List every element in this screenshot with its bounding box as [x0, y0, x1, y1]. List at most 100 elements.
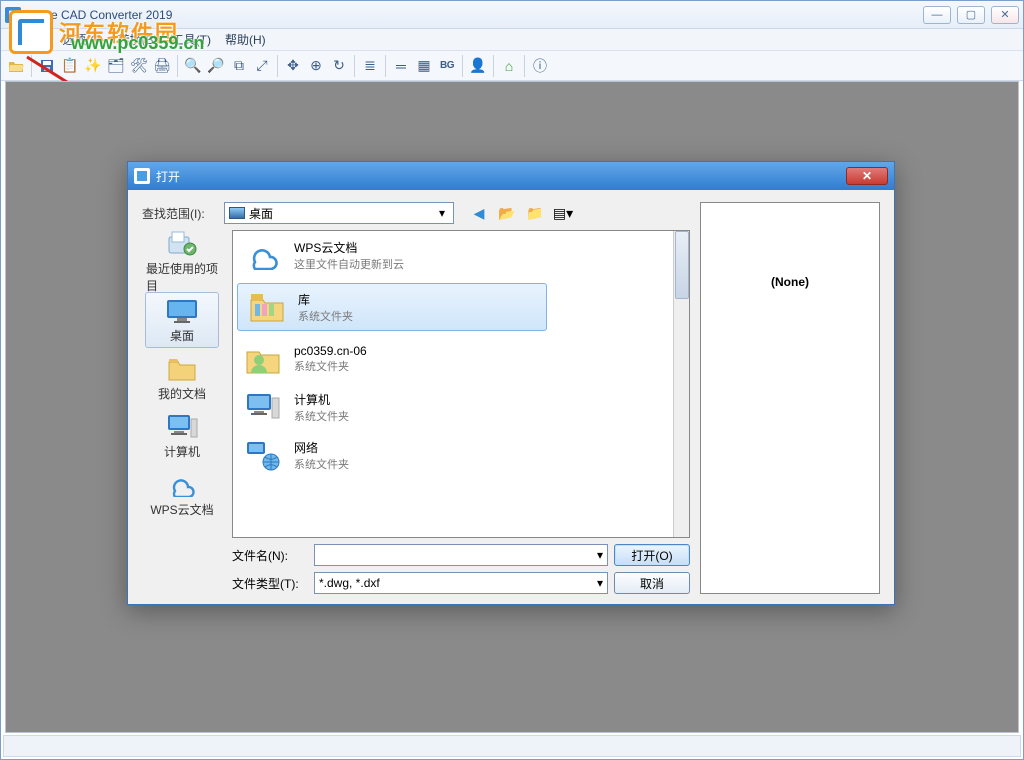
places-bar: 最近使用的项目 桌面 我的文档 计算机 WPS云文档 [142, 230, 222, 594]
recent-icon [165, 230, 199, 258]
chevron-down-icon: ▾ [597, 576, 603, 590]
zoom-realtime-icon[interactable]: ⊕ [305, 55, 327, 77]
grid-icon[interactable]: ▦ [413, 55, 435, 77]
documents-icon [165, 355, 199, 383]
filename-input[interactable]: ▾ [314, 544, 608, 566]
zoom-window-icon[interactable]: ⧉ [228, 55, 250, 77]
file-item-library[interactable]: 库系统文件夹 [237, 283, 547, 331]
cloud-icon [242, 236, 284, 274]
place-label: 计算机 [164, 443, 200, 460]
window-title: Acme CAD Converter 2019 [27, 8, 923, 22]
filetype-value: *.dwg, *.dxf [319, 576, 380, 590]
titlebar: ◧ Acme CAD Converter 2019 — ▢ ✕ [1, 1, 1023, 29]
back-icon[interactable]: ◀ [468, 202, 490, 224]
place-computer[interactable]: 计算机 [145, 408, 219, 464]
save-icon[interactable] [36, 55, 58, 77]
filetype-label: 文件类型(T): [232, 575, 308, 592]
dialog-title: 打开 [156, 168, 180, 185]
place-label: WPS云文档 [150, 501, 213, 518]
open-dialog: 打开 ✕ 查找范围(I): 桌面 ▾ ◀ 📂 📁 ▤▾ [127, 161, 895, 605]
new-folder-icon[interactable]: 📁 [524, 202, 546, 224]
cancel-button[interactable]: 取消 [614, 572, 690, 594]
menu-convert[interactable]: 转换(B) [118, 31, 158, 48]
file-item-wps[interactable]: WPS云文档这里文件自动更新到云 [233, 231, 689, 279]
lookin-label: 查找范围(I): [142, 205, 218, 222]
lookin-combo[interactable]: 桌面 ▾ [224, 202, 454, 224]
lookin-value: 桌面 [249, 205, 273, 222]
place-wps[interactable]: WPS云文档 [145, 466, 219, 522]
batch-icon[interactable]: 🗂 [105, 55, 127, 77]
preview-panel: (None) [700, 202, 880, 594]
menu-file[interactable]: 文件(F) [9, 31, 48, 48]
user-folder-icon [242, 340, 284, 378]
scrollbar[interactable] [673, 231, 689, 537]
place-label: 桌面 [170, 327, 194, 344]
close-button[interactable]: ✕ [991, 6, 1019, 24]
desktop-place-icon [165, 297, 199, 325]
open-button[interactable]: 打开(O) [614, 544, 690, 566]
file-sub: 系统文件夹 [298, 308, 353, 324]
file-name: 网络 [294, 439, 349, 456]
wand-icon[interactable]: ✨ [82, 55, 104, 77]
dialog-close-button[interactable]: ✕ [846, 167, 888, 185]
layer-icon[interactable]: ≣ [359, 55, 381, 77]
menu-options[interactable]: 选项(O) [62, 31, 103, 48]
file-list[interactable]: WPS云文档这里文件自动更新到云 库系统文件夹 pc0359.cn-06系统文件… [232, 230, 690, 538]
cloud-icon [165, 471, 199, 499]
file-item-computer[interactable]: 计算机系统文件夹 [233, 383, 689, 431]
place-label: 我的文档 [158, 385, 206, 402]
menu-help[interactable]: 帮助(H) [225, 31, 266, 48]
file-sub: 系统文件夹 [294, 358, 367, 374]
zoom-extents-icon[interactable]: ⤢ [251, 55, 273, 77]
views-icon[interactable]: ▤▾ [552, 202, 574, 224]
computer-icon [165, 413, 199, 441]
dialog-icon [134, 168, 150, 184]
line-icon[interactable]: ═ [390, 55, 412, 77]
file-sub: 这里文件自动更新到云 [294, 256, 404, 272]
place-label: 最近使用的项目 [146, 260, 218, 294]
filetype-select[interactable]: *.dwg, *.dxf ▾ [314, 572, 608, 594]
chevron-down-icon: ▾ [435, 206, 449, 220]
info-icon[interactable]: ⓘ [529, 55, 551, 77]
file-sub: 系统文件夹 [294, 456, 349, 472]
background-icon[interactable]: BG [436, 55, 458, 77]
app-window: ◧ Acme CAD Converter 2019 — ▢ ✕ 文件(F) 选项… [0, 0, 1024, 760]
copy-icon[interactable]: 📋 [59, 55, 81, 77]
zoom-in-icon[interactable]: 🔍 [182, 55, 204, 77]
filename-label: 文件名(N): [232, 547, 308, 564]
file-name: WPS云文档 [294, 239, 404, 256]
zoom-out-icon[interactable]: 🔎 [205, 55, 227, 77]
file-name: pc0359.cn-06 [294, 344, 367, 358]
print-icon[interactable]: 🖨 [151, 55, 173, 77]
library-icon [246, 288, 288, 326]
place-desktop[interactable]: 桌面 [145, 292, 219, 348]
file-item-network[interactable]: 网络系统文件夹 [233, 431, 689, 479]
place-recent[interactable]: 最近使用的项目 [145, 234, 219, 290]
up-folder-icon[interactable]: 📂 [496, 202, 518, 224]
file-item-user[interactable]: pc0359.cn-06系统文件夹 [233, 335, 689, 383]
minimize-button[interactable]: — [923, 6, 951, 24]
user-icon[interactable]: 👤 [467, 55, 489, 77]
pan-icon[interactable]: ✥ [282, 55, 304, 77]
menubar: 文件(F) 选项(O) 转换(B) 工具(T) 帮助(H) [1, 29, 1023, 51]
maximize-button[interactable]: ▢ [957, 6, 985, 24]
preview-text: (None) [771, 275, 809, 289]
file-sub: 系统文件夹 [294, 408, 349, 424]
app-icon: ◧ [5, 7, 21, 23]
menu-tools[interactable]: 工具(T) [172, 31, 211, 48]
toolbar: 📋 ✨ 🗂 🛠 🖨 🔍 🔎 ⧉ ⤢ ✥ ⊕ ↻ ≣ ═ ▦ BG 👤 ⌂ ⓘ [1, 51, 1023, 81]
network-icon [242, 436, 284, 474]
home-icon[interactable]: ⌂ [498, 55, 520, 77]
options-icon[interactable]: 🛠 [128, 55, 150, 77]
file-name: 库 [298, 291, 353, 308]
file-name: 计算机 [294, 391, 349, 408]
regen-icon[interactable]: ↻ [328, 55, 350, 77]
lookin-row: 查找范围(I): 桌面 ▾ ◀ 📂 📁 ▤▾ [142, 202, 690, 224]
dialog-titlebar: 打开 ✕ [128, 162, 894, 190]
desktop-icon [229, 207, 245, 219]
scrollbar-thumb[interactable] [675, 231, 689, 299]
chevron-down-icon: ▾ [597, 548, 603, 562]
open-icon[interactable] [5, 55, 27, 77]
computer-thumb-icon [242, 388, 284, 426]
place-documents[interactable]: 我的文档 [145, 350, 219, 406]
